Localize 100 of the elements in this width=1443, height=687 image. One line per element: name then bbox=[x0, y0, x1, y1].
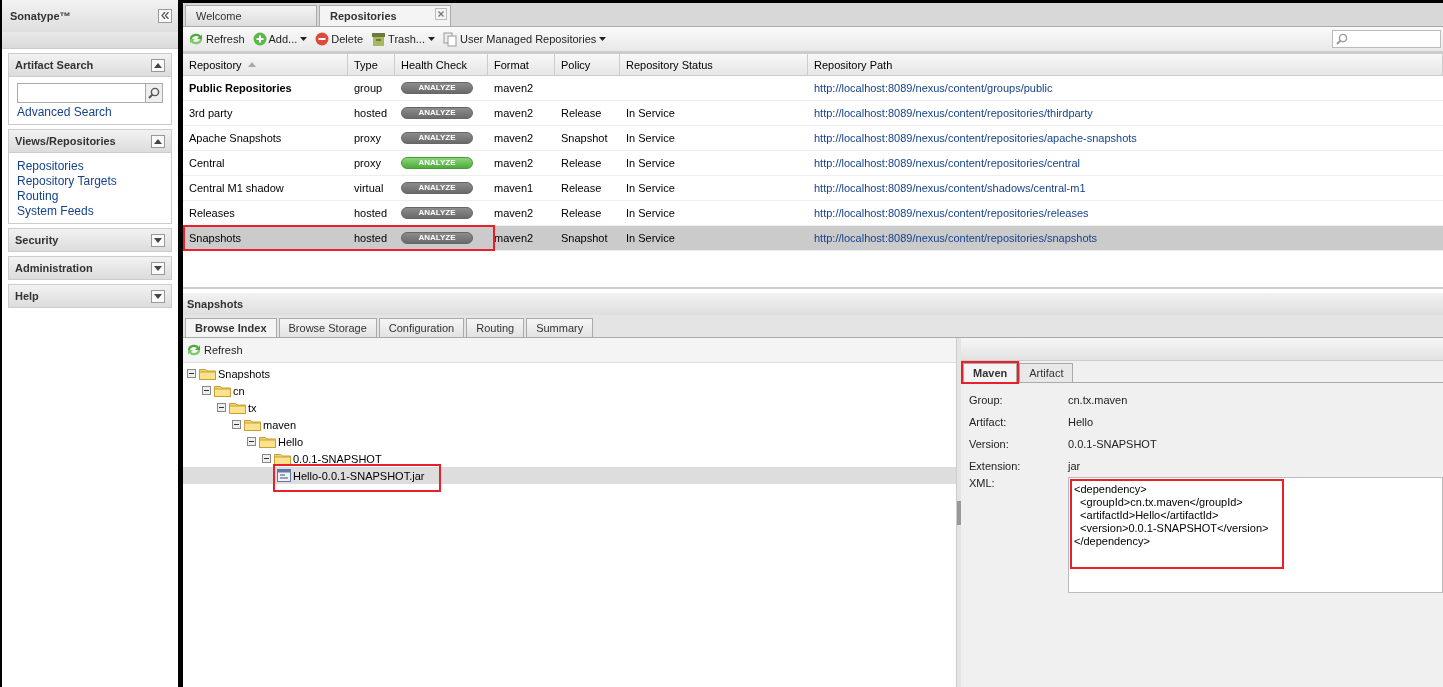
toolbar-button[interactable]: Trash... bbox=[368, 32, 438, 46]
column-header[interactable]: Repository Path bbox=[808, 54, 1443, 75]
repository-link[interactable]: http://localhost:8089/nexus/content/repositories/central bbox=[814, 157, 1080, 169]
tree-row[interactable]: tx bbox=[183, 399, 956, 416]
refresh-button[interactable]: Refresh bbox=[183, 343, 246, 357]
collapse-sidebar-icon[interactable] bbox=[158, 9, 172, 23]
table-cell-text: maven1 bbox=[493, 181, 535, 196]
pages-icon bbox=[442, 31, 458, 47]
repository-link[interactable]: http://localhost:8089/nexus/content/groups/public bbox=[814, 82, 1053, 94]
table-row[interactable]: Central M1 shadow virtual ANALYZE maven1 Release In Service http://localhost:8089/nexus/content/shadows/central-m1 bbox=[183, 176, 1443, 201]
table-cell-text: Releases bbox=[188, 206, 236, 221]
sidebar-link[interactable]: Repository Targets bbox=[17, 174, 163, 189]
tab[interactable]: Browse Storage bbox=[278, 318, 377, 337]
column-header[interactable]: Repository Status bbox=[620, 54, 808, 75]
tree-label: 0.0.1-SNAPSHOT bbox=[293, 452, 382, 465]
toolbar-button[interactable]: Delete bbox=[312, 32, 367, 46]
section-title: Views/Repositories bbox=[15, 135, 116, 147]
tree-row[interactable]: 0.0.1-SNAPSHOT bbox=[183, 450, 956, 467]
tree-label: Hello-0.0.1-SNAPSHOT.jar bbox=[293, 469, 425, 482]
tree-row[interactable]: Hello-0.0.1-SNAPSHOT.jar bbox=[183, 467, 956, 484]
table-row[interactable]: 3rd party hosted ANALYZE maven2 Release In Service http://localhost:8089/nexus/content/repositories/thirdparty bbox=[183, 101, 1443, 126]
table-cell: Release bbox=[561, 182, 602, 194]
tab[interactable]: Summary bbox=[526, 318, 594, 337]
tab[interactable]: Repositories bbox=[319, 5, 451, 26]
collapse-icon[interactable] bbox=[262, 454, 271, 463]
tab[interactable]: Configuration bbox=[378, 318, 465, 337]
delete-icon bbox=[315, 32, 330, 46]
repository-link[interactable]: http://localhost:8089/nexus/content/repositories/snapshots bbox=[814, 232, 1098, 244]
analyze-button[interactable]: ANALYZE bbox=[401, 207, 473, 219]
toolbar-button[interactable]: Refresh bbox=[185, 32, 248, 46]
toolbar-button[interactable]: User Managed Repositories bbox=[439, 31, 610, 47]
panel-title: Snapshots bbox=[183, 293, 1443, 315]
analyze-button[interactable]: ANALYZE bbox=[401, 107, 473, 119]
repository-link[interactable]: http://localhost:8089/nexus/content/repositories/apache-snapshots bbox=[814, 132, 1137, 144]
tree-row[interactable]: cn bbox=[183, 382, 956, 399]
section-header[interactable]: Views/Repositories bbox=[9, 130, 171, 152]
folder-icon bbox=[229, 401, 246, 414]
column-header[interactable]: Format bbox=[488, 54, 555, 75]
repository-link[interactable]: http://localhost:8089/nexus/content/repositories/releases bbox=[814, 207, 1089, 219]
tab[interactable]: Maven bbox=[963, 363, 1018, 382]
tab[interactable]: Browse Index bbox=[185, 318, 277, 337]
section-header[interactable]: Help bbox=[9, 285, 171, 307]
table-cell-text: Central bbox=[188, 156, 226, 171]
table-cell: In Service bbox=[626, 107, 675, 119]
table-row[interactable]: Apache Snapshots proxy ANALYZE maven2 Snapshot In Service http://localhost:8089/nexus/content/repositories/apache-snapshots bbox=[183, 126, 1443, 151]
search-field[interactable] bbox=[1332, 30, 1441, 48]
search-icon[interactable] bbox=[145, 84, 162, 102]
tree-row[interactable]: maven bbox=[183, 416, 956, 433]
table-cell-text: virtual bbox=[353, 181, 385, 196]
column-header[interactable]: Type bbox=[348, 54, 395, 75]
expand-icon[interactable] bbox=[151, 261, 165, 275]
section-header[interactable]: Security bbox=[9, 229, 171, 251]
tree-label: Hello bbox=[278, 435, 304, 448]
field-value: Hello bbox=[1068, 416, 1094, 428]
column-header[interactable]: Policy bbox=[555, 54, 620, 75]
tab[interactable]: Welcome bbox=[185, 5, 317, 26]
repository-link[interactable]: http://localhost:8089/nexus/content/repositories/thirdparty bbox=[814, 107, 1093, 119]
collapse-icon[interactable] bbox=[217, 403, 226, 412]
search-icon bbox=[1336, 33, 1348, 45]
table-row[interactable]: Central proxy ANALYZE maven2 Release In Service http://localhost:8089/nexus/content/repositories/central bbox=[183, 151, 1443, 176]
section-header[interactable]: Administration bbox=[9, 257, 171, 279]
tab[interactable]: Routing bbox=[466, 318, 525, 337]
xml-text-area[interactable]: <dependency> <groupId>cn.tx.maven</groupId> <artifactId>Hello</artifactId> <version>0.0.1-SNAPSHOT</version> </dependency> bbox=[1068, 477, 1443, 593]
expand-icon[interactable] bbox=[151, 233, 165, 247]
toolbar-button[interactable]: Add... bbox=[249, 32, 311, 46]
sidebar-link[interactable]: Routing bbox=[17, 189, 163, 204]
sidebar-link[interactable]: Advanced Search bbox=[17, 105, 163, 120]
analyze-button[interactable]: ANALYZE bbox=[401, 82, 473, 94]
splitter-handle[interactable] bbox=[957, 500, 961, 525]
expand-icon[interactable] bbox=[151, 289, 165, 303]
tree-row[interactable]: Snapshots bbox=[183, 365, 956, 382]
section-header[interactable]: Artifact Search bbox=[9, 54, 171, 76]
field-value: cn.tx.maven bbox=[1068, 394, 1128, 406]
tree-label: Snapshots bbox=[218, 367, 270, 380]
table-cell-text: maven2 bbox=[493, 81, 535, 96]
close-icon[interactable] bbox=[435, 8, 447, 20]
table-cell-text: Central M1 shadow bbox=[188, 181, 285, 196]
tree-row[interactable]: Hello bbox=[183, 433, 956, 450]
collapse-icon[interactable] bbox=[247, 437, 256, 446]
sort-ascending-icon bbox=[247, 62, 256, 67]
collapse-icon[interactable] bbox=[151, 134, 165, 148]
search-field[interactable] bbox=[17, 83, 163, 103]
collapse-icon[interactable] bbox=[232, 420, 241, 429]
trash-icon bbox=[371, 32, 387, 46]
column-header[interactable]: Repository bbox=[183, 54, 348, 75]
analyze-button[interactable]: ANALYZE bbox=[401, 182, 473, 194]
repository-link[interactable]: http://localhost:8089/nexus/content/shadows/central-m1 bbox=[814, 182, 1086, 194]
sidebar-link[interactable]: System Feeds bbox=[17, 204, 163, 219]
table-row[interactable]: Public Repositories group ANALYZE maven2 http://localhost:8089/nexus/content/groups/public bbox=[183, 76, 1443, 101]
tab[interactable]: Artifact bbox=[1019, 363, 1074, 382]
sidebar-link[interactable]: Repositories bbox=[17, 159, 163, 174]
analyze-button[interactable]: ANALYZE bbox=[401, 232, 473, 244]
collapse-icon[interactable] bbox=[187, 369, 196, 378]
analyze-button[interactable]: ANALYZE bbox=[401, 132, 473, 144]
collapse-icon[interactable] bbox=[202, 386, 211, 395]
column-header[interactable]: Health Check bbox=[395, 54, 488, 75]
collapse-icon[interactable] bbox=[151, 58, 165, 72]
section-title: Security bbox=[15, 234, 59, 246]
field-label: XML: bbox=[969, 477, 996, 489]
table-row[interactable]: Snapshots hosted ANALYZE maven2 Snapshot In Service http://localhost:8089/nexus/content/repositories/snapshots bbox=[183, 226, 1443, 251]
